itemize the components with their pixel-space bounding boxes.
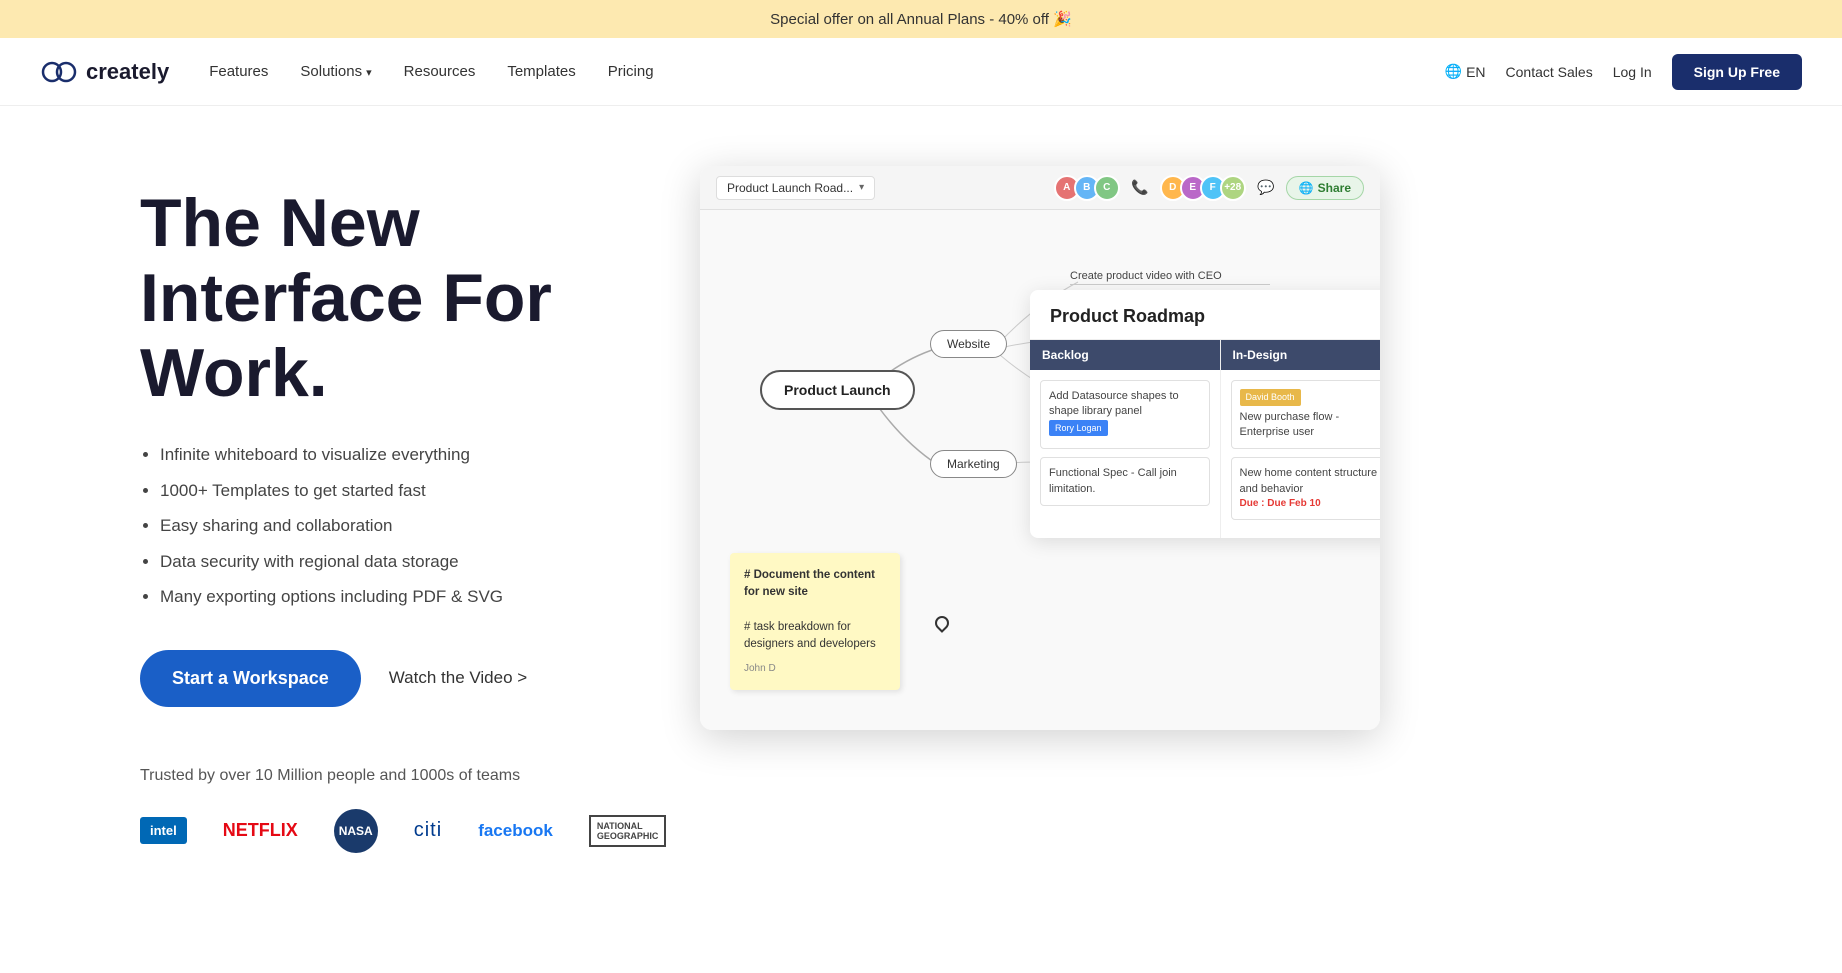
solutions-dropdown-icon (366, 63, 372, 80)
bullet-5: Many exporting options including PDF & S… (160, 584, 680, 610)
bullet-2: 1000+ Templates to get started fast (160, 478, 680, 504)
roadmap-card-2: Functional Spec - Call join limitation. (1040, 457, 1210, 506)
tab-dropdown-icon: ▾ (859, 182, 864, 193)
hero-cta: Start a Workspace Watch the Video > (140, 650, 680, 707)
contact-sales-link[interactable]: Contact Sales (1506, 64, 1593, 80)
nav-resources[interactable]: Resources (404, 63, 476, 80)
brand-logos: intel NETFLIX NASA citi facebook NATIONA… (140, 809, 680, 853)
roadmap-columns: Backlog Add Datasource shapes to shape l… (1030, 340, 1380, 538)
trusted-text: Trusted by over 10 Million people and 10… (140, 767, 680, 785)
start-workspace-button[interactable]: Start a Workspace (140, 650, 361, 707)
promo-banner: Special offer on all Annual Plans - 40% … (0, 0, 1842, 38)
nav-right: 🌐 EN Contact Sales Log In Sign Up Free (1445, 54, 1802, 90)
roadmap-panel: Product Roadmap Backlog Add Datasource s… (1030, 290, 1380, 538)
backlog-header: Backlog (1030, 340, 1220, 370)
watch-video-link[interactable]: Watch the Video > (389, 668, 527, 688)
share-icon: 🌐 (1299, 181, 1314, 195)
phone-icon-btn[interactable]: 📞 (1126, 174, 1154, 202)
avatar-3: C (1094, 175, 1120, 201)
banner-text: Special offer on all Annual Plans - 40% … (770, 11, 1072, 28)
card3-tag: David Booth (1240, 389, 1301, 406)
hero-bullets: Infinite whiteboard to visualize everyth… (140, 442, 680, 610)
share-button[interactable]: 🌐 Share (1286, 176, 1364, 200)
globe-icon: 🌐 (1445, 63, 1462, 80)
hero-section: The New Interface For Work. Infinite whi… (0, 106, 1842, 893)
nav-solutions[interactable]: Solutions (300, 63, 371, 80)
citi-logo: citi (414, 819, 442, 842)
roadmap-title: Product Roadmap (1030, 290, 1380, 340)
avatar-7: +28 (1220, 175, 1246, 201)
nav-links: Features Solutions Resources Templates P… (209, 63, 1444, 80)
lang-label: EN (1466, 64, 1485, 80)
logo-icon (40, 60, 78, 84)
natgeo-logo: NATIONALGEOGRAPHIC (589, 815, 667, 847)
indesign-col: In-Design David Booth New purchase flow … (1221, 340, 1381, 538)
sticky-note: # Document the content for new site # ta… (730, 553, 900, 690)
bullet-4: Data security with regional data storage (160, 549, 680, 575)
nav-features[interactable]: Features (209, 63, 268, 80)
indesign-body: David Booth New purchase flow - Enterpri… (1221, 370, 1381, 538)
app-window: Product Launch Road... ▾ A B C 📞 D E F +… (700, 166, 1380, 730)
hero-right: Product Launch Road... ▾ A B C 📞 D E F +… (660, 166, 1762, 786)
backlog-col: Backlog Add Datasource shapes to shape l… (1030, 340, 1221, 538)
backlog-body: Add Datasource shapes to shape library p… (1030, 370, 1220, 524)
hero-title: The New Interface For Work. (140, 186, 680, 410)
hero-left: The New Interface For Work. Infinite whi… (140, 166, 680, 853)
card1-tag: Rory Logan (1049, 420, 1108, 437)
marketing-node: Marketing (930, 450, 1017, 478)
task-item-1: Create product video with CEO (1070, 270, 1270, 285)
sticky-content: # Document the content for new site # ta… (744, 567, 886, 653)
app-tab-title[interactable]: Product Launch Road... ▾ (716, 176, 875, 200)
navbar: creately Features Solutions Resources Te… (0, 38, 1842, 106)
central-node: Product Launch (760, 370, 915, 410)
nav-templates[interactable]: Templates (507, 63, 575, 80)
login-link[interactable]: Log In (1613, 64, 1652, 80)
logo[interactable]: creately (40, 59, 169, 85)
indesign-header: In-Design (1221, 340, 1381, 370)
website-node: Website (930, 330, 1007, 358)
roadmap-card-3: David Booth New purchase flow - Enterpri… (1231, 380, 1381, 449)
language-selector[interactable]: 🌐 EN (1445, 63, 1486, 80)
netflix-logo: NETFLIX (223, 820, 298, 841)
card4-due: Due : Due Feb 10 (1240, 497, 1381, 511)
chat-icon-btn[interactable]: 💬 (1252, 174, 1280, 202)
app-toolbar: Product Launch Road... ▾ A B C 📞 D E F +… (700, 166, 1380, 210)
signup-button[interactable]: Sign Up Free (1672, 54, 1802, 90)
toolbar-avatars: A B C 📞 D E F +28 💬 🌐 Share (1054, 174, 1364, 202)
avatar-group: A B C (1054, 175, 1120, 201)
nasa-logo: NASA (334, 809, 378, 853)
avatar-group-2: D E F +28 (1160, 175, 1246, 201)
roadmap-card-4: New home content structure and behavior … (1231, 457, 1381, 520)
app-canvas[interactable]: Product Launch Website Marketing Create … (700, 210, 1380, 730)
roadmap-card-1: Add Datasource shapes to shape library p… (1040, 380, 1210, 449)
logo-wordmark: creately (86, 59, 169, 85)
facebook-logo: facebook (478, 821, 553, 841)
sticky-author: John D (744, 661, 886, 676)
bullet-3: Easy sharing and collaboration (160, 513, 680, 539)
nav-pricing[interactable]: Pricing (608, 63, 654, 80)
bullet-1: Infinite whiteboard to visualize everyth… (160, 442, 680, 468)
intel-logo: intel (140, 817, 187, 844)
